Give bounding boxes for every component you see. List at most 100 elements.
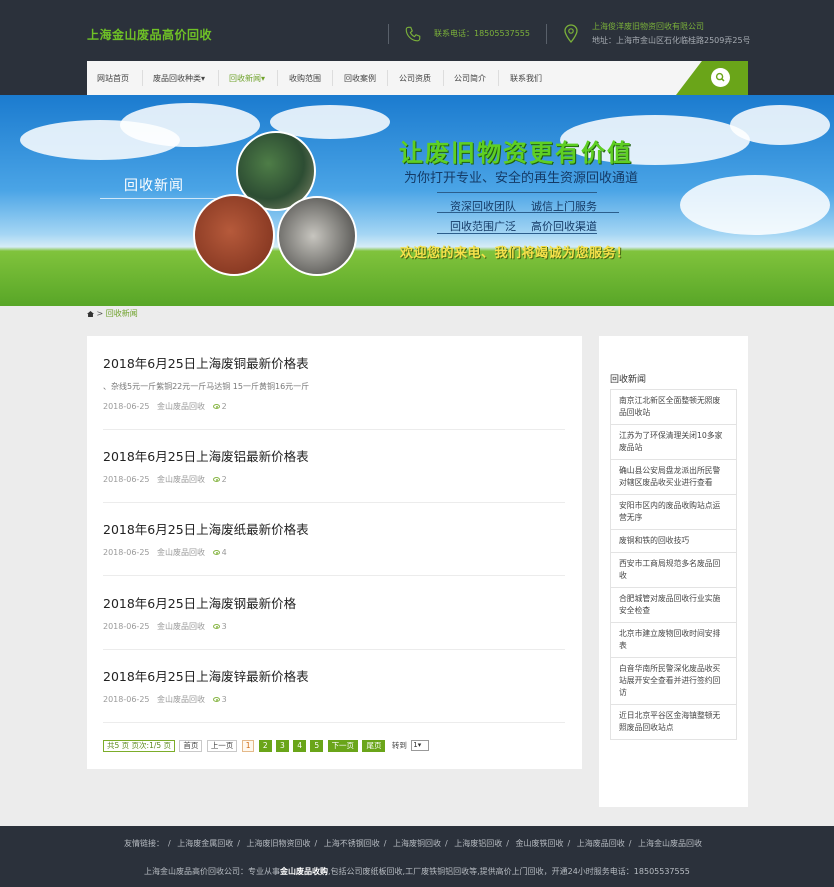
friend-link[interactable]: 金山废铁回收 (516, 839, 564, 848)
article-meta: 2018-06-25 金山废品回收 3 (103, 621, 232, 632)
sidebar: 回收新闻 南京江北新区全面整顿无照废品回收站 江苏为了环保清理关闭10多家废品站… (599, 336, 748, 807)
sidebar-item[interactable]: 确山县公安局盘龙派出所民警对辖区废品收买业进行查看 (610, 460, 737, 495)
nav-divider (498, 70, 499, 86)
company-name: 上海俊洋废旧物资回收有限公司 (592, 22, 704, 31)
friend-link[interactable]: 上海废品回收 (577, 839, 625, 848)
feature-divider (437, 212, 619, 213)
article-list: 2018年6月25日上海废铜最新价格表 、杂线5元一斤紫铜22元一斤马达铜 15… (87, 336, 582, 769)
prev-page-button[interactable]: 上一页 (206, 740, 238, 752)
sidebar-item[interactable]: 合肥城管对废品回收行业实施安全检查 (610, 588, 737, 623)
cloud (120, 103, 260, 147)
copyright-text: 上海金山废品高价回收公司：专业从事金山废品收购,包括公司废纸板回收,工厂废铁铜铝… (144, 866, 690, 877)
page-select[interactable]: 1▾ (411, 740, 430, 751)
sidebar-list: 南京江北新区全面整顿无照废品回收站 江苏为了环保清理关闭10多家废品站 确山县公… (610, 389, 737, 740)
friend-link[interactable]: 上海金山废品回收 (638, 839, 702, 848)
feature-item: 高价回收渠道 (531, 220, 597, 233)
article-category[interactable]: 金山废品回收 (157, 548, 205, 557)
nav-item-home[interactable]: 网站首页 (97, 73, 129, 84)
breadcrumb: > 回收新闻 (87, 308, 138, 319)
nav-item-contact[interactable]: 联系我们 (510, 73, 542, 84)
article-title[interactable]: 2018年6月25日上海废锌最新价格表 (103, 666, 309, 685)
nav-divider (387, 70, 388, 86)
home-icon[interactable] (87, 311, 94, 317)
article-meta: 2018-06-25 金山废品回收 4 (103, 547, 232, 558)
nav-item-categories[interactable]: 废品回收种类▾ (153, 73, 205, 84)
page-number-button[interactable]: 3 (276, 740, 289, 752)
page-number-button[interactable]: 2 (258, 740, 272, 752)
divider (388, 24, 389, 44)
sidebar-item[interactable]: 废铜和铁的回收技巧 (610, 530, 737, 553)
article-title[interactable]: 2018年6月25日上海废钢最新价格 (103, 593, 296, 612)
article-date: 2018-06-25 (103, 402, 150, 411)
view-count: 2 (221, 475, 227, 484)
cloud (680, 175, 830, 235)
current-page: 1 (241, 740, 255, 752)
nav-divider (443, 70, 444, 86)
nav-item-cases[interactable]: 回收案例 (344, 73, 376, 84)
article-meta: 2018-06-25 金山废品回收 2 (103, 474, 232, 485)
sidebar-item[interactable]: 江苏为了环保清理关闭10多家废品站 (610, 425, 737, 460)
view-count: 3 (221, 695, 227, 704)
sidebar-title: 回收新闻 (610, 375, 647, 385)
site-logo[interactable]: 上海金山废品高价回收 (87, 26, 212, 43)
next-page-button[interactable]: 下一页 (327, 740, 359, 752)
banner-welcome: 欢迎您的来电、我们将竭诚为您服务！ (400, 246, 630, 261)
view-count: 2 (221, 402, 227, 411)
friend-link[interactable]: 上海废铜回收 (393, 839, 441, 848)
page-number-button[interactable]: 5 (310, 740, 324, 752)
eye-icon (212, 624, 220, 629)
friend-link[interactable]: 上海废旧物资回收 (247, 839, 311, 848)
article-category[interactable]: 金山废品回收 (157, 622, 205, 631)
nav-item-news[interactable]: 回收新闻▾ (229, 73, 265, 84)
scrap-metal-image (277, 196, 357, 276)
friend-link[interactable]: 上海废金属回收 (177, 839, 233, 848)
article-date: 2018-06-25 (103, 548, 150, 557)
last-page-button[interactable]: 尾页 (362, 740, 386, 752)
article-meta: 2018-06-25 金山废品回收 3 (103, 694, 232, 705)
page-number-button[interactable]: 4 (293, 740, 306, 752)
friend-link[interactable]: 上海废铝回收 (454, 839, 502, 848)
feature-divider (437, 233, 597, 234)
company-address: 地址：上海市金山区石化临桂路2509弄25号 (592, 36, 751, 45)
breadcrumb-current[interactable]: 回收新闻 (106, 309, 138, 318)
friend-links: 友情链接： / 上海废金属回收 / 上海废旧物资回收 / 上海不锈钢回收 / 上海废铜回… (124, 839, 702, 848)
article-category[interactable]: 金山废品回收 (157, 475, 205, 484)
list-item: 2018年6月25日上海废铝最新价格表 2018-06-25 金山废品回收 2 (103, 446, 565, 503)
search-button[interactable] (711, 68, 730, 87)
article-title[interactable]: 2018年6月25日上海废铝最新价格表 (103, 446, 309, 465)
feature-item: 回收范围广泛 (450, 220, 516, 233)
friend-link[interactable]: 上海不锈钢回收 (324, 839, 380, 848)
list-item: 2018年6月25日上海废铜最新价格表 、杂线5元一斤紫铜22元一斤马达铜 15… (103, 353, 565, 430)
list-item: 2018年6月25日上海废锌最新价格表 2018-06-25 金山废品回收 3 (103, 666, 565, 723)
sidebar-item[interactable]: 白音华南所民警深化废品收买站展开安全查看并进行签约回访 (610, 658, 737, 705)
article-title[interactable]: 2018年6月25日上海废铜最新价格表 (103, 353, 309, 372)
sidebar-item[interactable]: 南京江北新区全面整顿无照废品回收站 (610, 390, 737, 425)
sidebar-item[interactable]: 安阳市区内的废品收购站点运营无序 (610, 495, 737, 530)
phone-number: 联系电话：18505537555 (434, 29, 530, 38)
list-item: 2018年6月25日上海废钢最新价格 2018-06-25 金山废品回收 3 (103, 593, 565, 650)
nav-item-scope[interactable]: 收购范围 (289, 73, 321, 84)
article-category[interactable]: 金山废品回收 (157, 695, 205, 704)
article-excerpt: 、杂线5元一斤紫铜22元一斤马达铜 15一斤黄铜16元一斤 (103, 382, 310, 391)
search-icon (715, 72, 725, 82)
article-date: 2018-06-25 (103, 695, 150, 704)
banner-slogan: 让废旧物资更有价值 (399, 139, 633, 167)
sidebar-item[interactable]: 近日北京平谷区金海镇整顿无照废品回收站点 (610, 705, 737, 740)
first-page-button[interactable]: 首页 (179, 740, 203, 752)
nav-divider (142, 70, 143, 86)
hero-banner: 回收新闻 让废旧物资更有价值 为你打开专业、安全的再生资源回收通道 资深回收团队… (0, 95, 834, 306)
nav-item-about[interactable]: 公司简介 (454, 73, 486, 84)
nav-divider (332, 70, 333, 86)
copyright-keyword: 金山废品收购 (280, 867, 328, 876)
article-date: 2018-06-25 (103, 622, 150, 631)
article-category[interactable]: 金山废品回收 (157, 402, 205, 411)
breadcrumb-separator: > (96, 309, 104, 318)
sidebar-item[interactable]: 西安市工商局规范多名废品回收 (610, 553, 737, 588)
jump-label: 转到 (391, 741, 407, 750)
divider (546, 24, 547, 44)
nav-item-qualifications[interactable]: 公司资质 (399, 73, 431, 84)
article-title[interactable]: 2018年6月25日上海废纸最新价格表 (103, 519, 309, 538)
list-item: 2018年6月25日上海废纸最新价格表 2018-06-25 金山废品回收 4 (103, 519, 565, 576)
sidebar-item[interactable]: 北京市建立废物回收时间安排表 (610, 623, 737, 658)
phone-icon (405, 26, 421, 42)
